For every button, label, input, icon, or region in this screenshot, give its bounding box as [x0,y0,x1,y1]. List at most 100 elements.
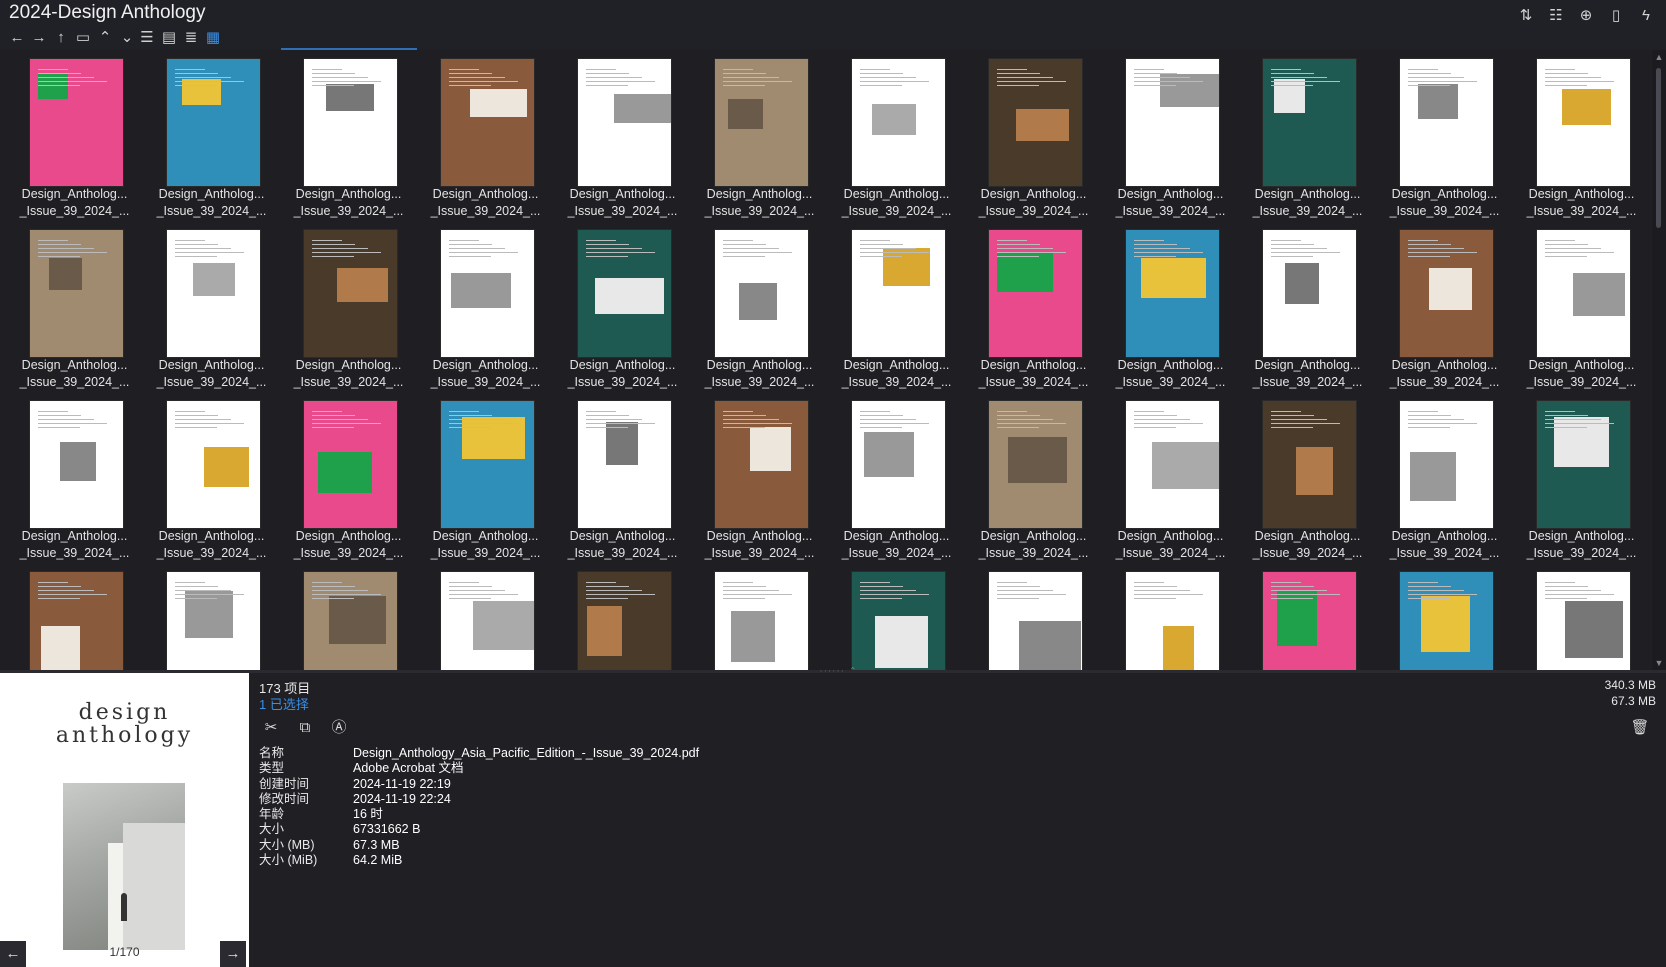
trash-icon[interactable]: 🗑 [1630,718,1650,738]
file-thumbnail-item[interactable]: Design_Antholog... _Issue_39_2024_... [1376,400,1513,571]
file-thumbnail-item[interactable]: Design_Antholog... _Issue_39_2024_... [1513,229,1650,400]
file-thumbnail-item[interactable]: Design_Antholog... _Issue_39_2024_... [1239,229,1376,400]
thumbnail-image [851,229,946,358]
selected-size: 67.3 MB [1611,694,1656,708]
file-thumbnail-item[interactable]: Design_Antholog... _Issue_39_2024_... [691,229,828,400]
sort-icon[interactable]: ⇅ [1516,6,1536,26]
file-thumbnail-item[interactable]: Design_Antholog... _Issue_39_2024_... [828,58,965,229]
thumbnail-image [166,571,261,670]
file-thumbnail-item[interactable]: Design_Antholog... _Issue_39_2024_... [1239,58,1376,229]
vertical-scrollbar[interactable]: ▲ ▼ [1652,50,1666,670]
file-thumbnail-item[interactable]: Design_Antholog... _Issue_39_2024_... [691,400,828,571]
file-thumbnail-item[interactable]: Design_Antholog... _Issue_39_2024_... [554,58,691,229]
property-row: 类型 Adobe Acrobat 文档 [259,761,699,776]
file-thumbnail-item[interactable] [1102,571,1239,670]
property-row: 名称 Design_Anthology_Asia_Pacific_Edition_… [259,746,699,761]
scroll-up-icon[interactable]: ▲ [1652,52,1666,62]
scroll-down-icon[interactable]: ▼ [1652,658,1666,668]
lightning-icon[interactable]: ϟ [1636,6,1656,26]
thumbnail-image [29,400,124,529]
file-thumbnail-item[interactable]: Design_Antholog... _Issue_39_2024_... [280,229,417,400]
file-thumbnail-item[interactable]: Design_Antholog... _Issue_39_2024_... [554,400,691,571]
file-thumbnail-item[interactable] [828,571,965,670]
tiles-view-icon[interactable]: ▤ [160,29,178,47]
thumbnails-view-icon[interactable]: ▦ [204,29,222,47]
file-thumbnail-item[interactable]: Design_Antholog... _Issue_39_2024_... [6,400,143,571]
list-view-icon[interactable]: ≣ [182,29,200,47]
folder-icon[interactable]: ▭ [74,29,92,47]
file-thumbnail-item[interactable]: Design_Antholog... _Issue_39_2024_... [417,400,554,571]
file-thumbnail-item[interactable]: Design_Antholog... _Issue_39_2024_... [965,400,1102,571]
view-toolbar: ☰ ▤ ≣ ▦ [138,29,222,47]
file-thumbnail-item[interactable]: Design_Antholog... _Issue_39_2024_... [828,400,965,571]
file-thumbnail-item[interactable] [280,571,417,670]
properties-list: 名称 Design_Anthology_Asia_Pacific_Edition_… [259,746,699,868]
file-thumbnail-item[interactable] [1513,571,1650,670]
file-thumbnail-item[interactable]: Design_Antholog... _Issue_39_2024_... [143,229,280,400]
file-thumbnail-item[interactable]: Design_Antholog... _Issue_39_2024_... [691,58,828,229]
scrollbar-thumb[interactable] [1656,68,1661,228]
file-name-label: Design_Antholog... _Issue_39_2024_... [1252,187,1363,218]
file-thumbnail-item[interactable]: Design_Antholog... _Issue_39_2024_... [1102,58,1239,229]
file-thumbnail-item[interactable]: Design_Antholog... _Issue_39_2024_... [554,229,691,400]
file-thumbnail-item[interactable]: Design_Antholog... _Issue_39_2024_... [143,58,280,229]
rename-icon[interactable]: Ⓐ [329,718,349,738]
property-value: 2024-11-19 22:19 [353,776,451,791]
file-thumbnail-item[interactable] [965,571,1102,670]
file-thumbnail-item[interactable]: Design_Antholog... _Issue_39_2024_... [280,400,417,571]
thumbnail-image [714,571,809,670]
list-settings-icon[interactable]: ☷ [1546,6,1566,26]
thumbnail-image [440,400,535,529]
file-thumbnail-item[interactable] [417,571,554,670]
file-name-label: Design_Antholog... _Issue_39_2024_... [704,529,815,560]
next-page-button[interactable]: → [220,941,246,967]
thumbnail-image [166,400,261,529]
file-thumbnail-item[interactable]: Design_Antholog... _Issue_39_2024_... [6,58,143,229]
chevron-down-icon[interactable]: ⌄ [118,29,136,47]
file-thumbnail-item[interactable] [1239,571,1376,670]
file-thumbnail-item[interactable] [554,571,691,670]
file-thumbnail-item[interactable]: Design_Antholog... _Issue_39_2024_... [417,229,554,400]
thumbnail-image [1125,571,1220,670]
file-thumbnail-item[interactable]: Design_Antholog... _Issue_39_2024_... [1376,229,1513,400]
copy-icon[interactable]: ⧉ [295,718,315,738]
chevron-up-icon[interactable]: ⌃ [96,29,114,47]
details-view-icon[interactable]: ☰ [138,29,156,47]
file-name-label: Design_Antholog... _Issue_39_2024_... [704,187,815,218]
file-thumbnail-item[interactable]: Design_Antholog... _Issue_39_2024_... [1376,58,1513,229]
file-thumbnail-item[interactable] [143,571,280,670]
file-thumbnail-item[interactable]: Design_Antholog... _Issue_39_2024_... [1102,229,1239,400]
file-thumbnail-item[interactable] [6,571,143,670]
file-thumbnail-item[interactable] [1376,571,1513,670]
file-thumbnail-item[interactable]: Design_Antholog... _Issue_39_2024_... [417,58,554,229]
prev-page-button[interactable]: ← [0,941,26,967]
forward-icon[interactable]: → [30,29,48,47]
file-name-label: Design_Antholog... _Issue_39_2024_... [156,358,267,389]
thumbnail-image [577,229,672,358]
thumbnail-image [1262,571,1357,670]
file-thumbnail-item[interactable]: Design_Antholog... _Issue_39_2024_... [965,229,1102,400]
thumbnail-image [988,571,1083,670]
cut-icon[interactable]: ✂ [261,718,281,738]
thumbnail-image [1125,229,1220,358]
file-thumbnail-item[interactable]: Design_Antholog... _Issue_39_2024_... [1513,58,1650,229]
file-grid-area: Design_Antholog... _Issue_39_2024_... Desi… [0,50,1650,670]
page-indicator: 1/170 [109,945,140,959]
file-thumbnail-item[interactable]: Design_Antholog... _Issue_39_2024_... [1102,400,1239,571]
clipboard-icon[interactable]: ▯ [1606,6,1626,26]
file-thumbnail-item[interactable]: Design_Antholog... _Issue_39_2024_... [280,58,417,229]
file-name-label: Design_Antholog... _Issue_39_2024_... [1526,358,1637,389]
back-icon[interactable]: ← [8,29,26,47]
file-thumbnail-item[interactable] [691,571,828,670]
top-right-toolbar: ⇅ ☷ ⊕ ▯ ϟ [1516,6,1656,26]
file-thumbnail-item[interactable]: Design_Antholog... _Issue_39_2024_... [6,229,143,400]
add-icon[interactable]: ⊕ [1576,6,1596,26]
up-icon[interactable]: ↑ [52,29,70,47]
file-thumbnail-item[interactable]: Design_Antholog... _Issue_39_2024_... [1239,400,1376,571]
file-thumbnail-item[interactable]: Design_Antholog... _Issue_39_2024_... [143,400,280,571]
file-thumbnail-item[interactable]: Design_Antholog... _Issue_39_2024_... [1513,400,1650,571]
file-thumbnail-item[interactable]: Design_Antholog... _Issue_39_2024_... [828,229,965,400]
file-thumbnail-item[interactable]: Design_Antholog... _Issue_39_2024_... [965,58,1102,229]
file-name-label: Design_Antholog... _Issue_39_2024_... [1115,529,1226,560]
property-key: 类型 [259,761,285,776]
